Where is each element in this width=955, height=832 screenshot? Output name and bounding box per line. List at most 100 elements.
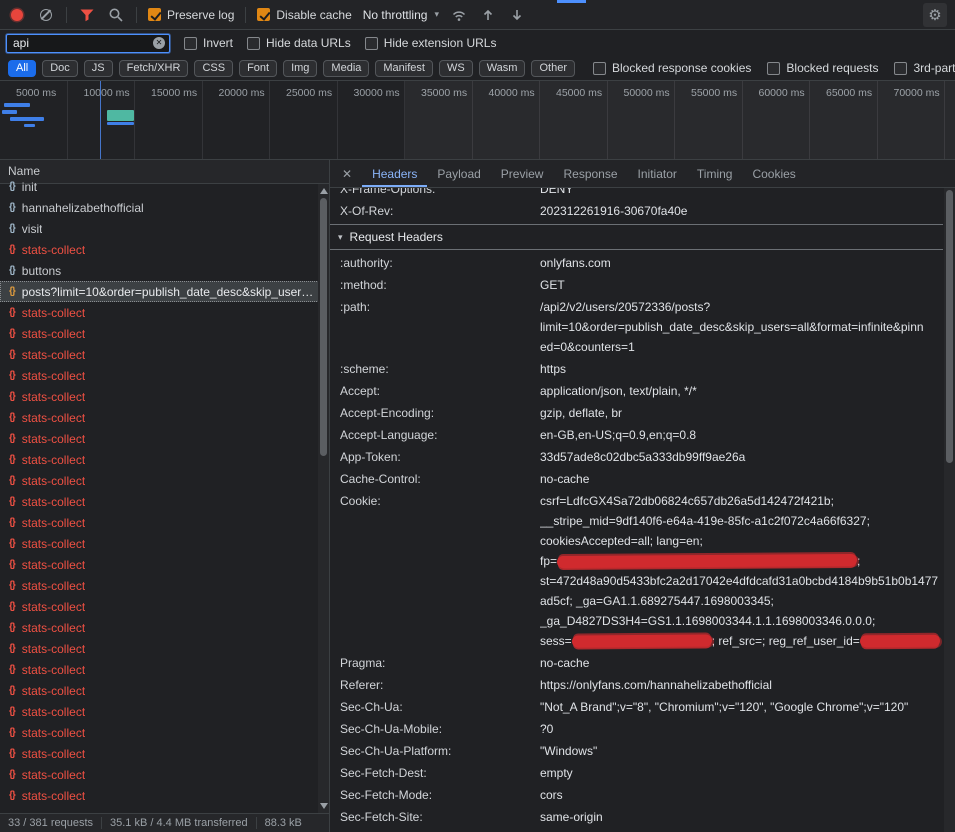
invert-checkbox[interactable]: Invert [184,36,233,50]
request-row[interactable]: {}stats-collect [0,344,329,365]
tab-initiator[interactable]: Initiator [628,160,687,187]
type-chip-media[interactable]: Media [323,60,369,77]
type-chip-font[interactable]: Font [239,60,277,77]
clear-network-log-button[interactable] [37,6,55,24]
header-value: /api2/v2/users/20572336/posts?limit=10&o… [540,297,943,357]
request-name: stats-collect [22,243,85,257]
type-chip-ws[interactable]: WS [439,60,473,77]
type-chip-js[interactable]: JS [84,60,113,77]
checkbox-box [365,37,378,50]
type-chip-doc[interactable]: Doc [42,60,78,77]
tab-timing[interactable]: Timing [687,160,743,187]
hide-extension-urls-checkbox[interactable]: Hide extension URLs [365,36,497,50]
scroll-down-icon[interactable] [320,803,328,809]
header-value: cors [540,785,943,805]
disable-cache-checkbox[interactable]: Disable cache [257,8,351,22]
braces-icon: {} [9,559,15,570]
type-chip-wasm[interactable]: Wasm [479,60,526,77]
record-button[interactable] [8,6,26,24]
settings-gear-icon[interactable]: ⚙ [923,3,947,27]
network-summary-bar: 33 / 381 requests 35.1 kB / 4.4 MB trans… [0,813,329,832]
request-name: stats-collect [22,516,85,530]
request-row[interactable]: {}stats-collect [0,785,329,806]
request-row[interactable]: {}stats-collect [0,554,329,575]
request-row[interactable]: {}init [0,176,329,197]
type-chip-fetch-xhr[interactable]: Fetch/XHR [119,60,189,77]
request-row[interactable]: {}stats-collect [0,386,329,407]
header-value-line: GET [540,275,943,295]
timeline-overview[interactable]: 5000 ms10000 ms15000 ms20000 ms25000 ms3… [0,81,955,160]
scrollbar-thumb[interactable] [320,198,327,456]
request-row[interactable]: {}stats-collect [0,428,329,449]
request-row[interactable]: {}stats-collect [0,680,329,701]
request-row[interactable]: {}stats-collect [0,302,329,323]
request-row[interactable]: {}stats-collect [0,533,329,554]
type-chip-img[interactable]: Img [283,60,317,77]
request-row[interactable]: {}stats-collect [0,491,329,512]
filter-input[interactable] [13,36,153,50]
request-row[interactable]: {}stats-collect [0,743,329,764]
blocked-requests-checkbox[interactable]: Blocked requests [767,61,878,75]
clear-icon [40,9,52,21]
request-row[interactable]: {}stats-collect [0,617,329,638]
throttling-select[interactable]: No throttling ▾ [363,8,439,22]
request-row[interactable]: {}stats-collect [0,659,329,680]
header-row: Sec-Fetch-Dest:empty [330,762,943,784]
request-row[interactable]: {}stats-collect [0,575,329,596]
request-row[interactable]: {}hannahelizabethofficial [0,197,329,218]
tab-headers[interactable]: Headers [362,160,427,187]
request-row[interactable]: {}stats-collect [0,239,329,260]
type-chip-all[interactable]: All [8,60,36,77]
request-row[interactable]: {}stats-collect [0,722,329,743]
request-row[interactable]: {}stats-collect [0,596,329,617]
braces-icon: {} [9,286,15,297]
search-button[interactable] [107,6,125,24]
request-row[interactable]: {}stats-collect [0,365,329,386]
header-value: same-origin [540,807,943,827]
filter-button[interactable] [78,6,96,24]
request-row[interactable]: {}stats-collect [0,701,329,722]
header-value: DENY [540,188,943,199]
wifi-icon [451,7,467,23]
request-name: stats-collect [22,789,85,803]
request-row[interactable]: {}stats-collect [0,638,329,659]
header-value: gzip, deflate, br [540,403,943,423]
redaction-scribble [860,635,940,648]
request-row-selected[interactable]: {}posts?limit=10&order=publish_date_desc… [0,281,329,302]
request-row[interactable]: {}visit [0,218,329,239]
import-har-button[interactable] [479,6,497,24]
export-har-button[interactable] [508,6,526,24]
request-row[interactable]: {}stats-collect [0,323,329,344]
tab-preview[interactable]: Preview [491,160,554,187]
type-chip-css[interactable]: CSS [194,60,233,77]
tab-response[interactable]: Response [553,160,627,187]
scroll-up-icon[interactable] [320,188,328,194]
header-value: application/json, text/plain, */* [540,381,943,401]
clear-filter-icon[interactable]: ✕ [153,37,165,49]
details-scrollbar[interactable] [944,188,955,832]
type-chip-other[interactable]: Other [531,60,575,77]
request-row[interactable]: {}stats-collect [0,764,329,785]
record-icon [11,9,23,21]
request-row[interactable]: {}buttons [0,260,329,281]
close-icon[interactable]: ✕ [330,167,362,181]
requests-scrollbar[interactable] [318,184,329,813]
waterfall-bar [2,110,17,114]
request-row[interactable]: {}stats-collect [0,470,329,491]
tab-payload[interactable]: Payload [427,160,490,187]
hide-data-urls-checkbox[interactable]: Hide data URLs [247,36,351,50]
scrollbar-thumb[interactable] [946,190,953,463]
network-conditions-button[interactable] [450,6,468,24]
type-chip-manifest[interactable]: Manifest [375,60,433,77]
tab-cookies[interactable]: Cookies [742,160,805,187]
request-headers-section[interactable]: ▾Request Headers [330,224,943,250]
header-value: csrf=LdfcGX4Sa72db06824c657db26a5d142472… [540,491,943,651]
request-row[interactable]: {}stats-collect [0,449,329,470]
section-title: Request Headers [350,230,443,244]
request-row[interactable]: {}stats-collect [0,407,329,428]
request-row[interactable]: {}stats-collect [0,512,329,533]
braces-icon: {} [9,475,15,486]
preserve-log-checkbox[interactable]: Preserve log [148,8,234,22]
blocked-response-cookies-checkbox[interactable]: Blocked response cookies [593,61,751,75]
3rd-party-requests-checkbox[interactable]: 3rd-party requests [894,61,955,75]
